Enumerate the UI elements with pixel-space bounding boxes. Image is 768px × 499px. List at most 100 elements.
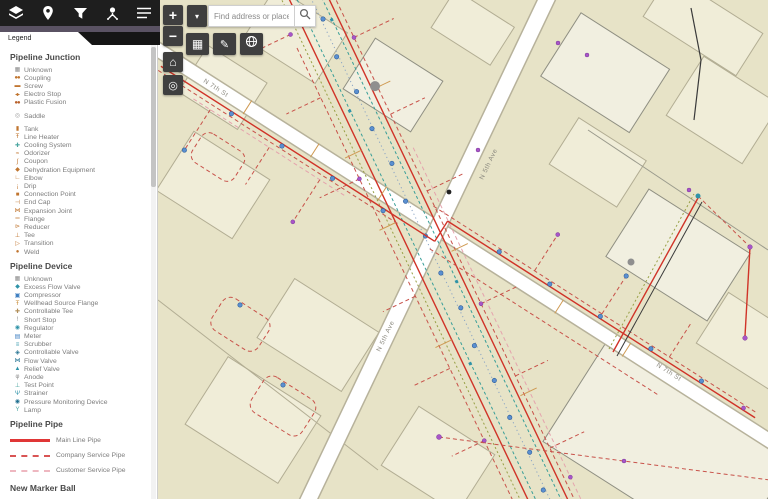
legend-symbol-icon: ▦ xyxy=(14,276,21,283)
pencil-icon: ✎ xyxy=(219,38,230,51)
legend-item-label: Lamp xyxy=(24,406,42,414)
legend-item-label: Relief Valve xyxy=(24,365,60,373)
layers-icon xyxy=(8,5,24,21)
legend-section-junction: Pipeline Junction ▦ Unknown ●● Coupling ▬ Scre… xyxy=(10,52,157,256)
legend-list-button[interactable] xyxy=(128,0,160,26)
basemap-gallery-button[interactable]: ▦ xyxy=(186,33,209,55)
panel-scrollbar-track xyxy=(151,45,156,499)
pipe-line-swatch xyxy=(10,454,50,457)
legend-item: Main Line Pipe xyxy=(10,433,157,448)
legend-item-label: Drip xyxy=(24,183,37,191)
locate-button[interactable]: ◎ xyxy=(163,75,183,95)
zoom-out-button[interactable]: − xyxy=(163,26,183,46)
legend-item-label: Electro Stop xyxy=(24,91,62,99)
legend-item: ∟ Elbow xyxy=(10,174,157,182)
legend-section-title: Pipeline Pipe xyxy=(10,419,63,430)
legend-item: ⊳ Reducer xyxy=(10,223,157,231)
legend-symbol-icon: ●● xyxy=(14,99,20,106)
legend-item: ═ Flange xyxy=(10,215,157,223)
legend-item-label: Customer Service Pipe xyxy=(56,467,126,475)
legend-item-label: Coupling xyxy=(24,74,51,82)
legend-symbol-icon: ▣ xyxy=(14,292,21,299)
legend-item-label: Unknown xyxy=(24,275,53,283)
legend-symbol-icon: φ xyxy=(15,374,20,381)
legend-item-label: Screw xyxy=(24,82,43,90)
legend-symbol-icon: ! xyxy=(16,317,19,324)
chevron-down-icon: ▾ xyxy=(194,11,199,21)
legend-section-marker: New Marker Ball● xyxy=(10,483,157,499)
legend-item: Company Service Pipe xyxy=(10,448,157,463)
list-icon xyxy=(136,6,152,20)
grid-icon: ▦ xyxy=(191,37,204,51)
legend-item: Ŧ Line Heater xyxy=(10,133,157,141)
legend-item: ▣ Compressor xyxy=(10,292,157,300)
legend-item: ⋈ Flow Valve xyxy=(10,357,157,365)
legend-item-label: Line Heater xyxy=(24,133,60,141)
home-icon: ⌂ xyxy=(169,55,177,69)
draw-button[interactable]: ✎ xyxy=(213,33,236,55)
map-canvas[interactable]: .main{stroke:#d03328;stroke-width:1.4;fi… xyxy=(158,0,768,499)
legend-section-device: Pipeline Device ▦ Unknown ◆ Excess Flow Valv… xyxy=(10,261,157,414)
legend-item-label: Pressure Monitoring Device xyxy=(24,398,108,406)
legend-item: ⊥ Tee xyxy=(10,232,157,240)
legend-symbol-icon: ⊣ xyxy=(14,199,20,206)
legend-item: ◉ Pressure Monitoring Device xyxy=(10,398,157,406)
utility-tool-button[interactable] xyxy=(240,33,263,55)
legend-symbol-icon: ▲ xyxy=(14,366,21,373)
minus-icon: − xyxy=(168,28,178,44)
legend-symbol-icon: ◎ xyxy=(14,113,20,120)
legend-symbol-icon: ◈ xyxy=(15,349,20,356)
zoom-in-button[interactable]: + xyxy=(163,5,183,25)
home-button[interactable]: ⌂ xyxy=(163,52,183,72)
panel-scrollbar-thumb[interactable] xyxy=(151,47,156,187)
legend-item: ! Short Stop xyxy=(10,316,157,324)
legend-item: ✚ Controllable Tee xyxy=(10,308,157,316)
legend-item-label: Excess Flow Valve xyxy=(24,283,81,291)
search-input[interactable] xyxy=(208,5,294,27)
legend-item: ◂▸ Electro Stop xyxy=(10,91,157,99)
legend-symbol-icon: ▮ xyxy=(15,126,19,133)
legend-symbol-icon: ⊥ xyxy=(14,232,20,239)
legend-item-label: Wellhead Source Flange xyxy=(24,300,99,308)
legend-tab[interactable]: Legend xyxy=(0,32,92,45)
legend-item: ▮ Tank xyxy=(10,125,157,133)
legend-item: ● Weld xyxy=(10,248,157,256)
legend-symbol-icon: ◆ xyxy=(15,284,20,291)
legend-symbol-icon: ▬ xyxy=(14,83,21,90)
legend-item: ✚ Cooling System xyxy=(10,142,157,150)
layers-button[interactable] xyxy=(0,0,32,26)
legend-symbol-icon: ¡ xyxy=(16,183,19,190)
legend-symbol-icon: ⋈ xyxy=(14,208,21,215)
legend-item-label: Test Point xyxy=(24,382,54,390)
legend-item: ▤ Meter xyxy=(10,332,157,340)
legend-item-label: Strainer xyxy=(24,390,48,398)
legend-item: ▦ Unknown xyxy=(10,66,157,74)
search-source-dropdown[interactable]: ▾ xyxy=(187,5,207,27)
edit-button[interactable] xyxy=(32,0,64,26)
legend-section-title: Pipeline Device xyxy=(10,261,73,272)
legend-item: ▲ Relief Valve xyxy=(10,365,157,373)
legend-symbol-icon: ▤ xyxy=(14,333,21,340)
legend-symbol-icon: Ŧ xyxy=(15,300,20,307)
legend-item: ⊥ Test Point xyxy=(10,382,157,390)
pipe-line-swatch xyxy=(10,439,50,443)
legend-item-label: Regulator xyxy=(24,324,54,332)
trace-button[interactable] xyxy=(96,0,128,26)
legend-item-label: Flange xyxy=(24,215,45,223)
legend-item: ◎ Saddle xyxy=(10,112,157,120)
legend-item: ◈ Controllable Valve xyxy=(10,349,157,357)
legend-symbol-icon: ⊳ xyxy=(14,224,20,231)
legend-item: ¡ Drip xyxy=(10,182,157,190)
trace-icon xyxy=(105,5,120,21)
legend-item-label: Transition xyxy=(24,240,54,248)
plus-icon: + xyxy=(168,7,178,23)
filter-button[interactable] xyxy=(64,0,96,26)
pipe-line-swatch xyxy=(10,469,50,472)
search-bar xyxy=(208,5,316,27)
search-button[interactable] xyxy=(294,5,316,27)
legend-item: ⋈ Expansion Joint xyxy=(10,207,157,215)
legend-item-label: Unknown xyxy=(24,66,53,74)
legend-item: Ψ Strainer xyxy=(10,390,157,398)
legend-item: ⊣ End Cap xyxy=(10,199,157,207)
legend-item-label: Main Line Pipe xyxy=(56,437,101,445)
